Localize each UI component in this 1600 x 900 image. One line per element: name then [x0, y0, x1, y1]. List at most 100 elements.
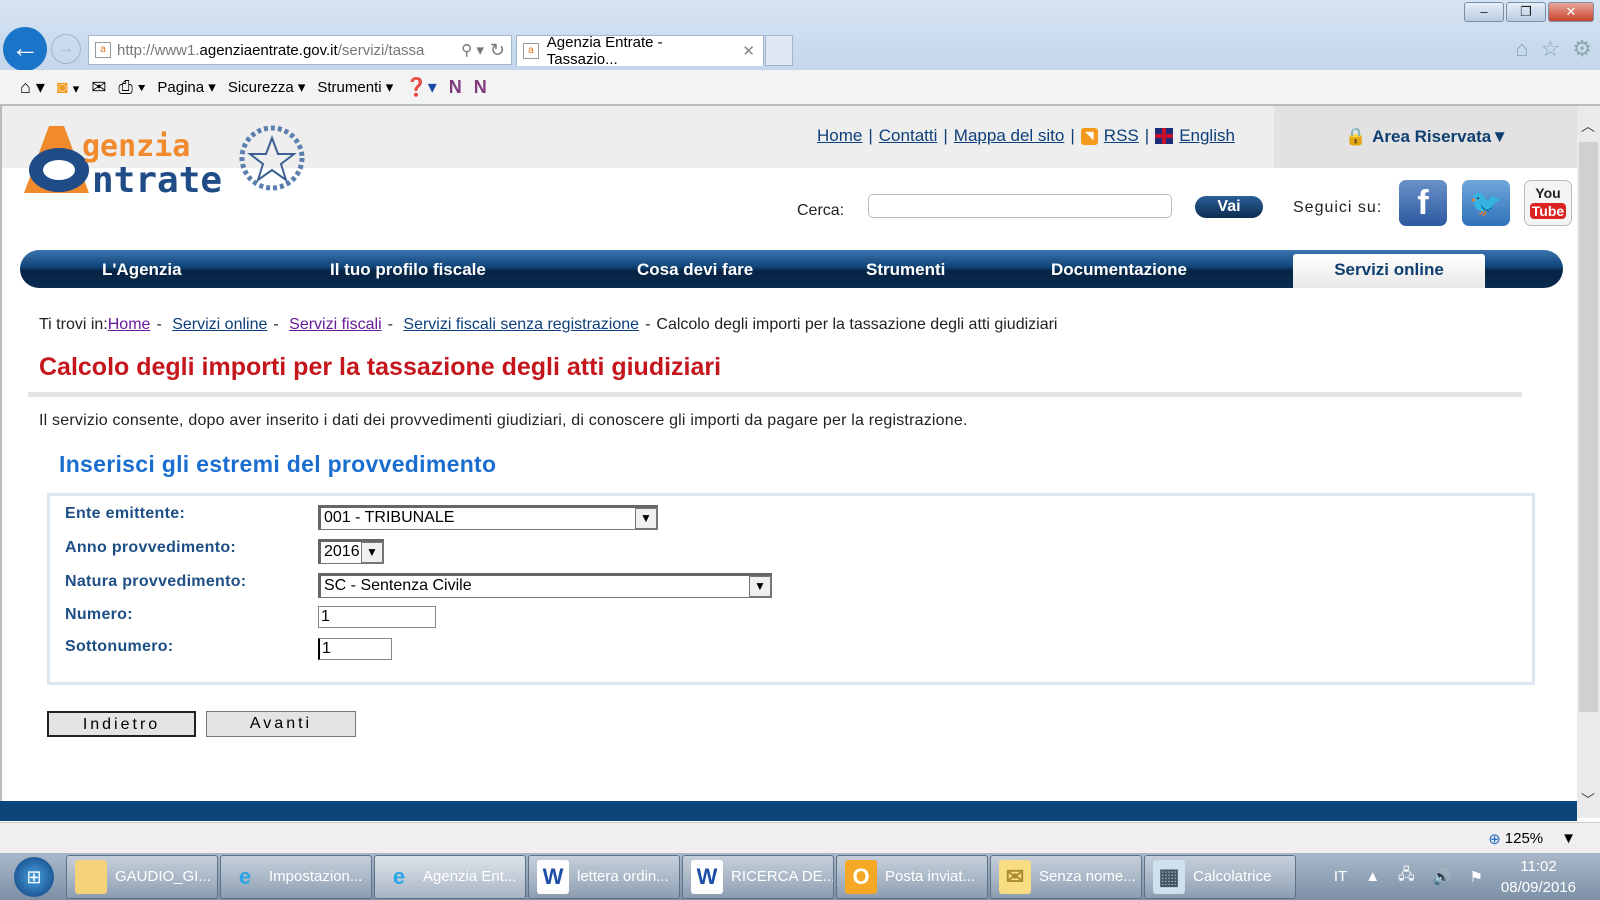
- numero-input[interactable]: 1: [318, 606, 436, 628]
- nav-strumenti[interactable]: Strumenti: [866, 260, 945, 280]
- chevron-down-icon[interactable]: ▼: [1561, 830, 1576, 848]
- action-center-flag-icon[interactable]: ⚑: [1469, 868, 1482, 886]
- menu-pagina[interactable]: Pagina ▾: [157, 78, 215, 96]
- breadcrumb: Ti trovi in: Home - Servizi online - Servi…: [39, 316, 1057, 334]
- windows-taskbar: ⊞ GAUDIO_GI... e Impostazion... e Agenzia …: [0, 853, 1600, 900]
- start-button[interactable]: ⊞: [4, 855, 64, 899]
- vertical-scrollbar[interactable]: ︿ ﹀: [1577, 106, 1600, 818]
- taskbar-item-ie-agenzia[interactable]: e Agenzia Ent...: [374, 854, 526, 899]
- windows-logo-icon: ⊞: [14, 856, 54, 897]
- search-icon[interactable]: ⚲ ▾: [461, 41, 484, 59]
- print-icon[interactable]: ⎙ ▾: [118, 77, 145, 98]
- gear-icon[interactable]: ⚙: [1572, 36, 1592, 62]
- taskbar-item-ie-settings[interactable]: e Impostazion...: [220, 854, 372, 899]
- scroll-up-icon[interactable]: ︿: [1581, 116, 1595, 136]
- breadcrumb-senza-registrazione[interactable]: Servizi fiscali senza registrazione: [403, 316, 639, 334]
- nav-cosa-devi-fare[interactable]: Cosa devi fare: [637, 260, 753, 280]
- browser-right-icons: ⌂ ☆ ⚙: [1515, 36, 1592, 62]
- indietro-button[interactable]: Indietro: [47, 711, 196, 737]
- taskbar-item-calcolatrice[interactable]: ▦ Calcolatrice: [1144, 854, 1296, 899]
- natura-select[interactable]: SC - Sentenza Civile ▼: [318, 573, 772, 598]
- show-hidden-icons-icon[interactable]: ▲: [1365, 868, 1380, 885]
- search-input[interactable]: [868, 194, 1172, 218]
- avanti-button[interactable]: Avanti: [206, 711, 356, 737]
- address-bar[interactable]: a http://www1.agenziaentrate.gov.it/serv…: [88, 35, 512, 65]
- onenote-send-icon[interactable]: N: [449, 77, 462, 98]
- facebook-icon[interactable]: f: [1399, 180, 1447, 226]
- ente-select[interactable]: 001 - TRIBUNALE ▼: [318, 505, 658, 530]
- breadcrumb-current: Calcolo degli importi per la tassazione …: [656, 316, 1058, 333]
- chevron-down-icon: ▼: [361, 542, 383, 563]
- rss-feed-icon[interactable]: ◙ ▾: [57, 77, 79, 98]
- taskbar-item-word-lettera[interactable]: Wlettera ordin...: [528, 854, 680, 899]
- twitter-icon[interactable]: 🐦: [1462, 180, 1510, 226]
- network-icon[interactable]: 🖧: [1398, 864, 1415, 889]
- zoom-control[interactable]: ⊕ 125% ▼: [1488, 830, 1576, 848]
- provvedimento-form: Ente emittente: 001 - TRIBUNALE ▼ Anno pr…: [47, 493, 1535, 685]
- lock-icon: 🔒: [1344, 127, 1367, 146]
- taskbar-item-folder[interactable]: GAUDIO_GI...: [66, 854, 218, 899]
- anno-select[interactable]: 2016 ▼: [318, 539, 384, 564]
- taskbar-label: Posta inviat...: [885, 868, 976, 885]
- breadcrumb-servizi-online[interactable]: Servizi online: [172, 316, 267, 334]
- nav-profilo-fiscale[interactable]: Il tuo profilo fiscale: [330, 260, 486, 280]
- close-window-button[interactable]: ✕: [1548, 2, 1594, 22]
- site-favicon-icon: a: [95, 42, 111, 58]
- menu-label: Pagina: [157, 79, 205, 96]
- separator: -: [387, 316, 398, 333]
- language-indicator[interactable]: IT: [1334, 868, 1347, 885]
- folder-icon: [75, 859, 107, 894]
- taskbar-item-word-ricerca[interactable]: W RICERCA DE...: [682, 854, 834, 899]
- scroll-down-icon[interactable]: ﹀: [1581, 790, 1595, 810]
- menu-sicurezza[interactable]: Sicurezza ▾: [228, 78, 306, 96]
- help-icon[interactable]: ❓▾: [405, 77, 436, 98]
- sottonumero-label: Sottonumero:: [65, 638, 174, 655]
- back-button[interactable]: ←: [3, 27, 47, 71]
- scrollbar-thumb[interactable]: [1579, 142, 1598, 712]
- favorites-star-icon[interactable]: ☆: [1541, 36, 1561, 62]
- volume-icon[interactable]: 🔊: [1433, 868, 1452, 886]
- zoom-icon: ⊕: [1488, 831, 1501, 848]
- new-tab-button[interactable]: [765, 35, 793, 66]
- word-icon: W: [691, 859, 723, 894]
- taskbar-item-mail[interactable]: ✉ Senza nome...: [990, 854, 1142, 899]
- link-home[interactable]: Home: [817, 126, 862, 146]
- link-mappa-del-sito[interactable]: Mappa del sito: [954, 126, 1065, 146]
- agenzia-entrate-logo[interactable]: genzia ntrate: [14, 118, 314, 198]
- taskbar-label: lettera ordin...: [577, 868, 669, 885]
- home-icon[interactable]: ⌂ ▾: [20, 77, 45, 98]
- url-prefix: http://www1.: [117, 41, 200, 59]
- area-riservata-button[interactable]: 🔒 Area Riservata▼: [1274, 106, 1577, 168]
- link-rss[interactable]: RSS: [1104, 126, 1139, 146]
- refresh-icon[interactable]: ↻: [490, 40, 505, 61]
- link-contatti[interactable]: Contatti: [879, 126, 938, 146]
- status-bar: ⊕ 125% ▼: [0, 822, 1600, 853]
- nav-documentazione[interactable]: Documentazione: [1051, 260, 1187, 280]
- menu-strumenti[interactable]: Strumenti ▾: [317, 78, 393, 96]
- area-riservata-label: Area Riservata▼: [1372, 127, 1509, 146]
- internet-explorer-icon: e: [238, 863, 252, 889]
- word-icon: W: [537, 859, 569, 894]
- forward-button[interactable]: →: [51, 34, 81, 64]
- clock-date: 08/09/2016: [1500, 878, 1576, 896]
- natura-value: SC - Sentenza Civile: [324, 577, 472, 594]
- browser-tab[interactable]: a Agenzia Entrate - Tassazio... ✕: [516, 34, 764, 68]
- search-submit-button[interactable]: Vai: [1195, 196, 1263, 218]
- onenote-link-icon[interactable]: N: [474, 77, 487, 98]
- link-english[interactable]: English: [1179, 126, 1235, 146]
- close-tab-icon[interactable]: ✕: [742, 42, 755, 60]
- home-icon[interactable]: ⌂: [1515, 36, 1528, 62]
- menu-label: Sicurezza: [227, 79, 294, 96]
- clock[interactable]: 11:02 08/09/2016: [1501, 856, 1576, 898]
- nav-servizi-online[interactable]: Servizi online: [1293, 254, 1485, 288]
- restore-button[interactable]: ❐: [1506, 2, 1546, 22]
- minimize-button[interactable]: ‒: [1464, 2, 1504, 22]
- mail-icon[interactable]: ✉: [91, 77, 106, 98]
- nav-lagenzia[interactable]: L'Agenzia: [102, 260, 182, 280]
- taskbar-item-outlook[interactable]: O Posta inviat...: [836, 854, 988, 899]
- youtube-icon[interactable]: You Tube: [1524, 180, 1572, 226]
- sottonumero-input[interactable]: 1: [318, 638, 392, 660]
- separator: |: [868, 126, 873, 145]
- breadcrumb-home[interactable]: Home: [108, 316, 151, 334]
- breadcrumb-servizi-fiscali[interactable]: Servizi fiscali: [289, 316, 381, 334]
